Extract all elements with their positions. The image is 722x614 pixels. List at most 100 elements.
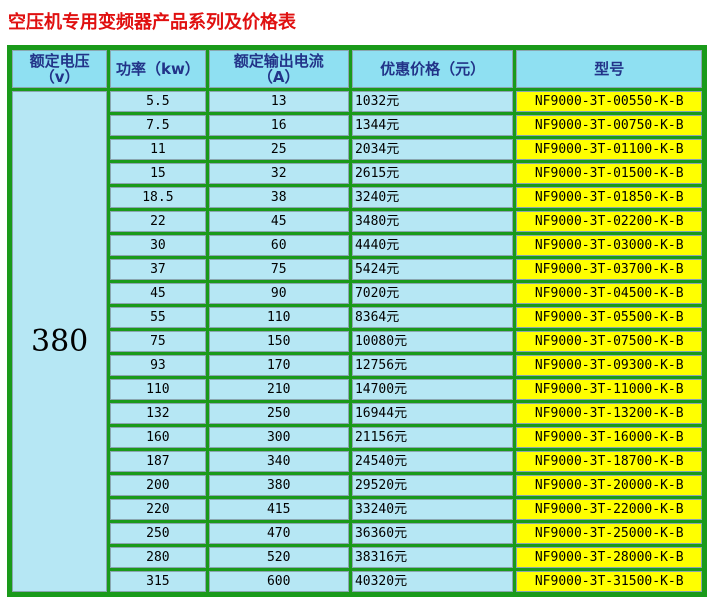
current-cell: 38 (208, 187, 349, 208)
current-cell: 13 (208, 91, 349, 112)
model-cell: NF9000-3T-01500-K-B (516, 163, 702, 184)
price-cell: 4440元 (351, 235, 514, 256)
power-cell: 22 (110, 211, 206, 232)
model-cell: NF9000-3T-02200-K-B (516, 211, 702, 232)
power-cell: 315 (110, 571, 206, 592)
table-row: 37 75 5424元 NF9000-3T-03700-K-B (12, 259, 702, 280)
model-cell: NF9000-3T-25000-K-B (516, 523, 702, 544)
model-cell: NF9000-3T-28000-K-B (516, 547, 702, 568)
model-cell: NF9000-3T-00750-K-B (516, 115, 702, 136)
price-cell: 38316元 (351, 547, 514, 568)
current-cell: 300 (208, 427, 349, 448)
current-cell: 340 (208, 451, 349, 472)
current-cell: 25 (208, 139, 349, 160)
power-cell: 200 (110, 475, 206, 496)
table-row: 110 210 14700元 NF9000-3T-11000-K-B (12, 379, 702, 400)
price-cell: 2034元 (351, 139, 514, 160)
current-cell: 45 (208, 211, 349, 232)
table-row: 132 250 16944元 NF9000-3T-13200-K-B (12, 403, 702, 424)
price-cell: 24540元 (351, 451, 514, 472)
model-cell: NF9000-3T-31500-K-B (516, 571, 702, 592)
power-cell: 45 (110, 283, 206, 304)
table-row: 55 110 8364元 NF9000-3T-05500-K-B (12, 307, 702, 328)
price-cell: 10080元 (351, 331, 514, 352)
price-cell: 16944元 (351, 403, 514, 424)
price-cell: 2615元 (351, 163, 514, 184)
table-row: 15 32 2615元 NF9000-3T-01500-K-B (12, 163, 702, 184)
model-cell: NF9000-3T-20000-K-B (516, 475, 702, 496)
price-cell: 3480元 (351, 211, 514, 232)
page-title: 空压机专用变频器产品系列及价格表 (8, 12, 296, 33)
power-cell: 160 (110, 427, 206, 448)
model-cell: NF9000-3T-16000-K-B (516, 427, 702, 448)
current-cell: 250 (208, 403, 349, 424)
model-cell: NF9000-3T-22000-K-B (516, 499, 702, 520)
current-cell: 16 (208, 115, 349, 136)
current-cell: 600 (208, 571, 349, 592)
power-cell: 30 (110, 235, 206, 256)
current-cell: 90 (208, 283, 349, 304)
current-cell: 150 (208, 331, 349, 352)
power-cell: 220 (110, 499, 206, 520)
header-voltage-line2: （v） (39, 68, 80, 86)
header-model: 型号 (516, 50, 702, 88)
model-cell: NF9000-3T-13200-K-B (516, 403, 702, 424)
price-cell: 40320元 (351, 571, 514, 592)
price-cell: 29520元 (351, 475, 514, 496)
power-cell: 75 (110, 331, 206, 352)
current-cell: 415 (208, 499, 349, 520)
power-cell: 7.5 (110, 115, 206, 136)
power-cell: 55 (110, 307, 206, 328)
table-row: 75 150 10080元 NF9000-3T-07500-K-B (12, 331, 702, 352)
price-cell: 5424元 (351, 259, 514, 280)
header-voltage-line1: 额定电压 (29, 52, 90, 70)
price-cell: 36360元 (351, 523, 514, 544)
table-header-row: 额定电压 （v） 功率（kw） 额定输出电流 （A） 优惠价格（元） 型号 (12, 50, 702, 88)
header-price: 优惠价格（元） (351, 50, 514, 88)
table-row: 200 380 29520元 NF9000-3T-20000-K-B (12, 475, 702, 496)
power-cell: 18.5 (110, 187, 206, 208)
header-current-line2: （A） (257, 68, 300, 86)
price-cell: 1344元 (351, 115, 514, 136)
power-cell: 5.5 (110, 91, 206, 112)
model-cell: NF9000-3T-07500-K-B (516, 331, 702, 352)
price-cell: 14700元 (351, 379, 514, 400)
table-row: 280 520 38316元 NF9000-3T-28000-K-B (12, 547, 702, 568)
power-cell: 93 (110, 355, 206, 376)
current-cell: 60 (208, 235, 349, 256)
current-cell: 210 (208, 379, 349, 400)
power-cell: 250 (110, 523, 206, 544)
power-cell: 11 (110, 139, 206, 160)
model-cell: NF9000-3T-18700-K-B (516, 451, 702, 472)
model-cell: NF9000-3T-11000-K-B (516, 379, 702, 400)
table-row: 160 300 21156元 NF9000-3T-16000-K-B (12, 427, 702, 448)
header-current-line1: 额定输出电流 (233, 52, 324, 70)
table-body: 380 5.5 13 1032元 NF9000-3T-00550-K-B 7.5 16 134… (12, 91, 702, 592)
power-cell: 132 (110, 403, 206, 424)
voltage-cell: 380 (12, 91, 108, 592)
header-current: 额定输出电流 （A） (208, 50, 349, 88)
current-cell: 380 (208, 475, 349, 496)
model-cell: NF9000-3T-00550-K-B (516, 91, 702, 112)
table-row: 315 600 40320元 NF9000-3T-31500-K-B (12, 571, 702, 592)
current-cell: 32 (208, 163, 349, 184)
table-row: 250 470 36360元 NF9000-3T-25000-K-B (12, 523, 702, 544)
table-row: 22 45 3480元 NF9000-3T-02200-K-B (12, 211, 702, 232)
table-row: 11 25 2034元 NF9000-3T-01100-K-B (12, 139, 702, 160)
model-cell: NF9000-3T-01100-K-B (516, 139, 702, 160)
table-row: 7.5 16 1344元 NF9000-3T-00750-K-B (12, 115, 702, 136)
power-cell: 187 (110, 451, 206, 472)
model-cell: NF9000-3T-03700-K-B (516, 259, 702, 280)
table-row: 93 170 12756元 NF9000-3T-09300-K-B (12, 355, 702, 376)
price-cell: 21156元 (351, 427, 514, 448)
table-row: 30 60 4440元 NF9000-3T-03000-K-B (12, 235, 702, 256)
price-table: 额定电压 （v） 功率（kw） 额定输出电流 （A） 优惠价格（元） 型号 38… (9, 47, 705, 595)
price-cell: 33240元 (351, 499, 514, 520)
price-cell: 8364元 (351, 307, 514, 328)
power-cell: 15 (110, 163, 206, 184)
model-cell: NF9000-3T-03000-K-B (516, 235, 702, 256)
price-cell: 12756元 (351, 355, 514, 376)
model-cell: NF9000-3T-01850-K-B (516, 187, 702, 208)
table-row: 45 90 7020元 NF9000-3T-04500-K-B (12, 283, 702, 304)
model-cell: NF9000-3T-04500-K-B (516, 283, 702, 304)
